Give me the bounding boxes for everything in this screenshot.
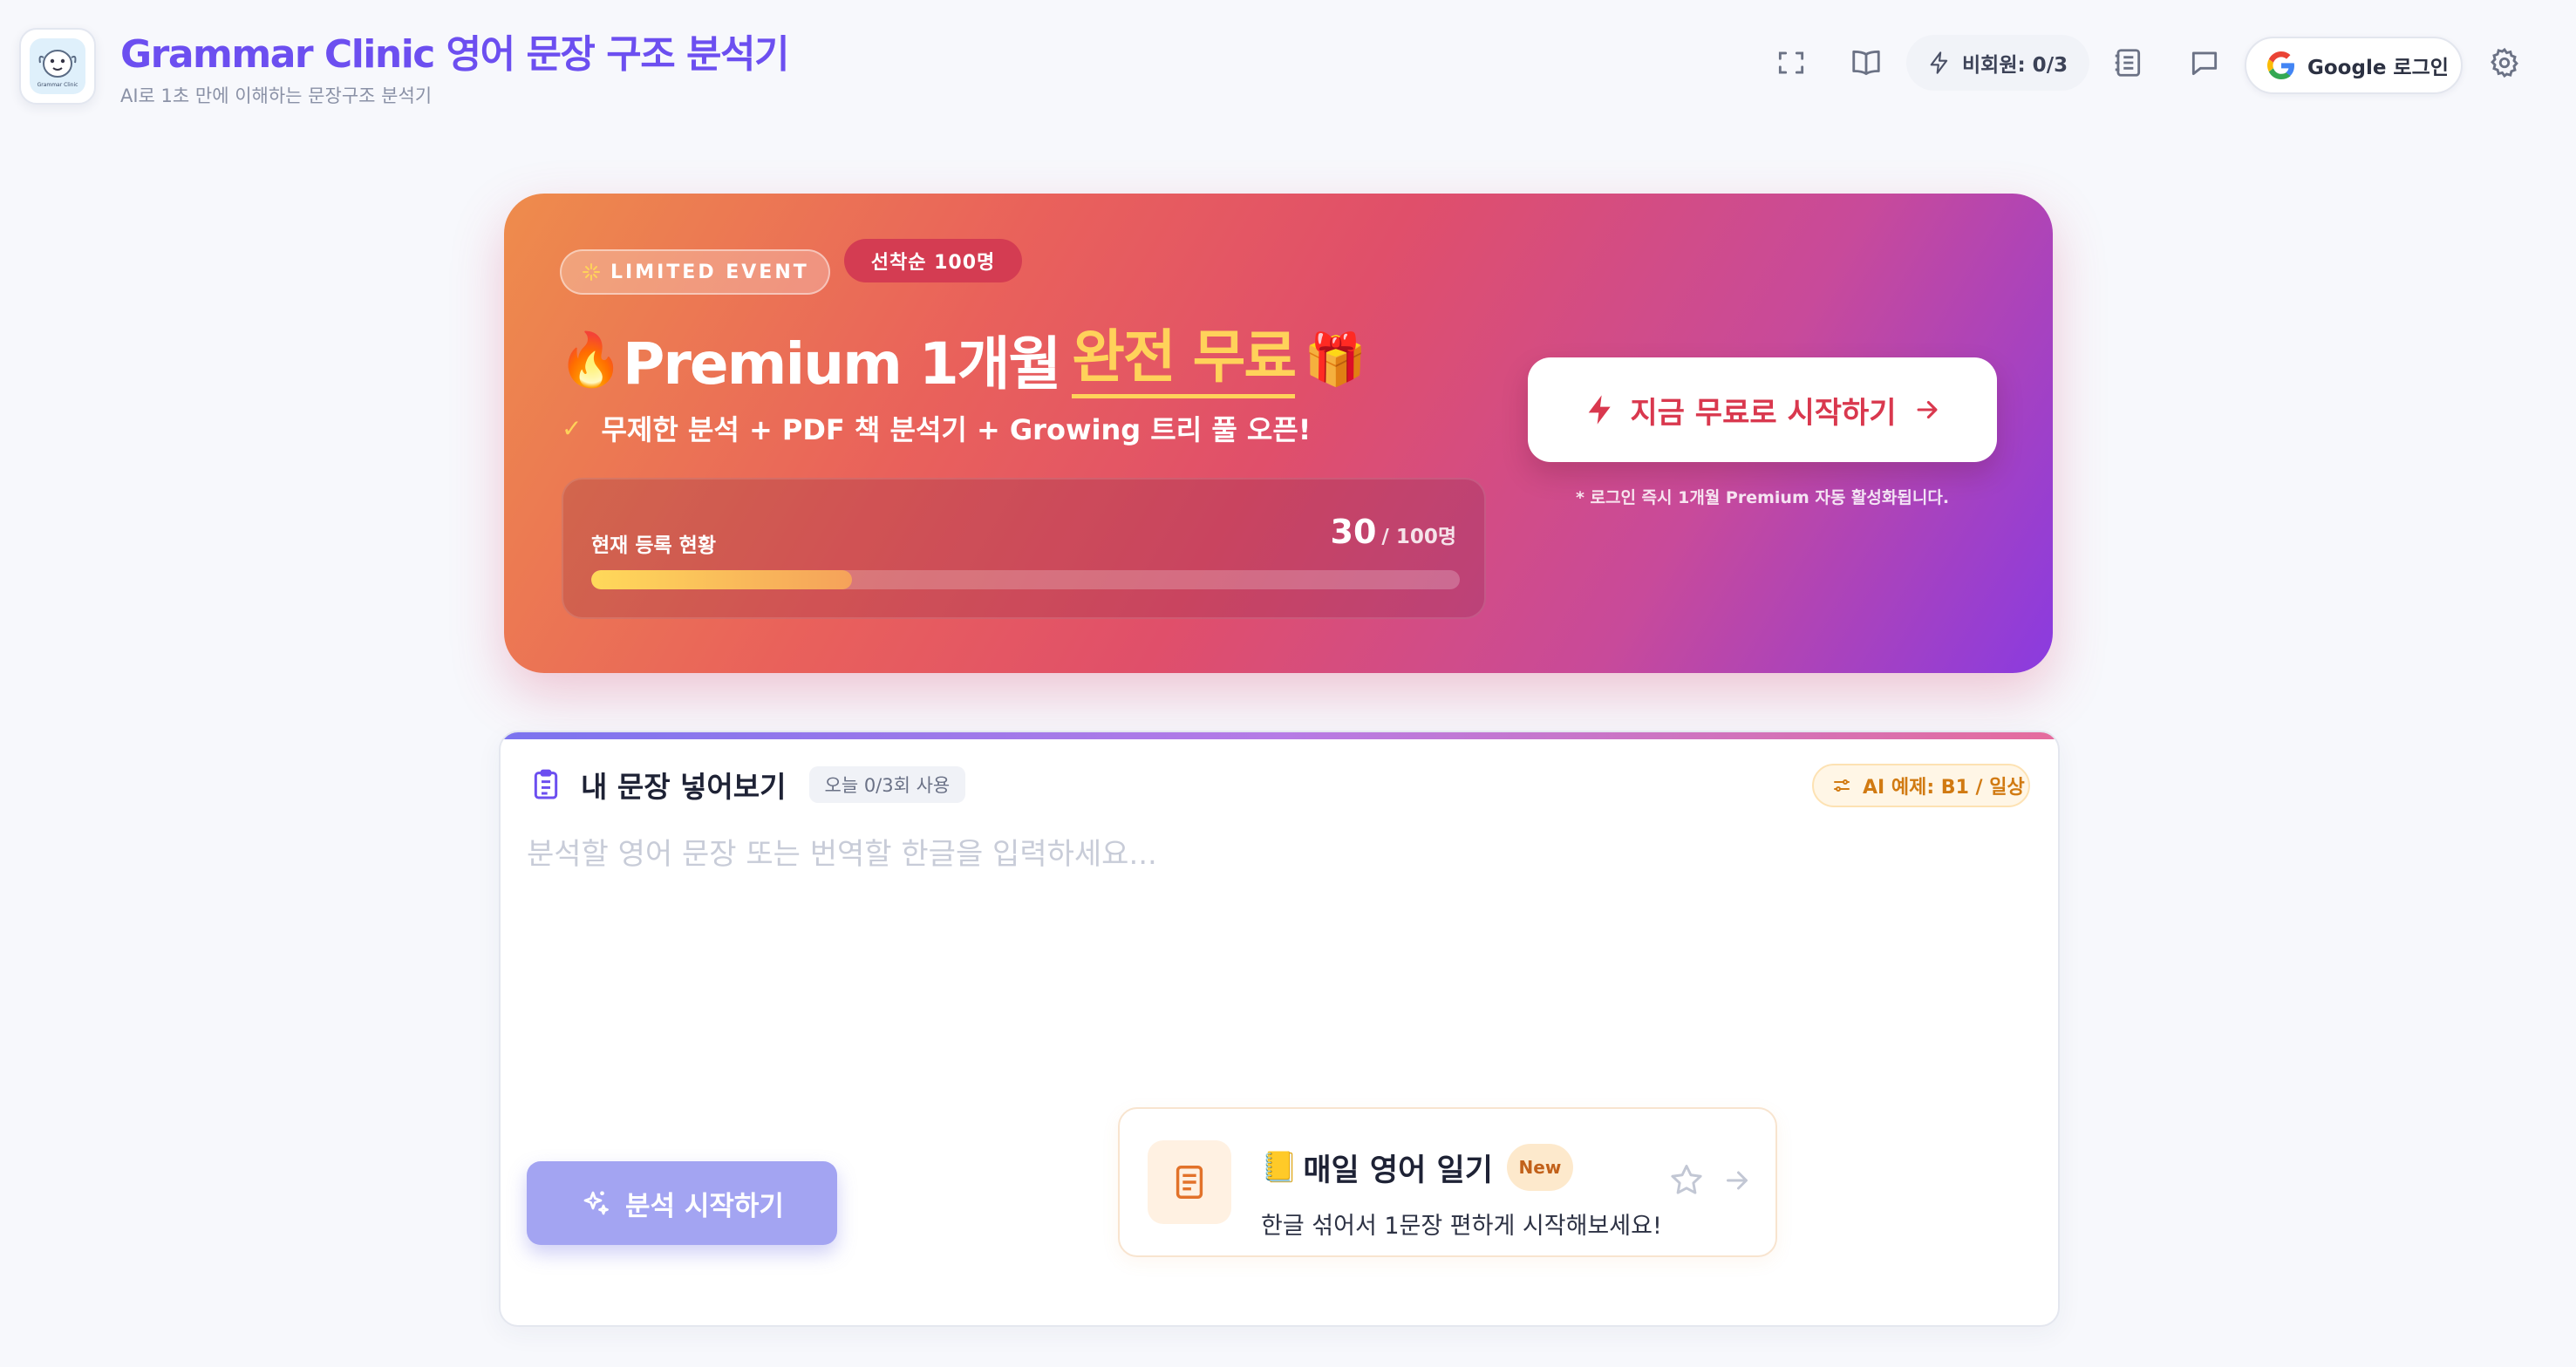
clipboard-icon bbox=[534, 769, 558, 799]
logo-image: Grammar Clinic bbox=[30, 38, 85, 94]
app-logo[interactable]: Grammar Clinic bbox=[19, 28, 96, 105]
svg-text:Grammar Clinic: Grammar Clinic bbox=[37, 82, 78, 88]
sliders-icon bbox=[1834, 779, 1850, 792]
fullscreen-icon[interactable] bbox=[1770, 42, 1812, 84]
settings-icon[interactable] bbox=[2484, 42, 2525, 84]
card-header: 내 문장 넣어보기 오늘 0/3회 사용 bbox=[528, 764, 966, 806]
chat-icon[interactable] bbox=[2184, 42, 2225, 84]
promo-banner: LIMITED EVENT 선착순 100명 🔥 Premium 1개월 완전 … bbox=[504, 194, 2053, 673]
app-title: Grammar Clinic 영어 문장 구조 분석기 bbox=[120, 32, 789, 77]
progress-count: 30/ 100명 bbox=[1331, 513, 1456, 551]
start-free-label: 지금 무료로 시작하기 bbox=[1630, 395, 1897, 431]
ai-example-button[interactable]: AI 예제: B1 / 일상 bbox=[1812, 764, 2030, 807]
cta-note: * 로그인 즉시 1개월 Premium 자동 활성화됩니다. bbox=[1575, 488, 1950, 507]
diary-book-icon bbox=[1148, 1140, 1231, 1224]
analyze-button[interactable]: 분석 시작하기 bbox=[527, 1161, 837, 1245]
google-login-label: Google 로그인 bbox=[2307, 57, 2449, 79]
sparkle-icon bbox=[583, 263, 600, 281]
notebook-emoji-icon: 📒 bbox=[1261, 1150, 1298, 1185]
registered-count: 30 bbox=[1330, 513, 1377, 551]
daily-usage-pill: 오늘 0/3회 사용 bbox=[808, 766, 966, 803]
promo-features-text: 무제한 분석 + PDF 책 분석기 + Growing 트리 풀 오픈! bbox=[601, 413, 1312, 446]
start-free-button[interactable]: 지금 무료로 시작하기 bbox=[1528, 357, 1997, 462]
progress-bar-fill bbox=[591, 570, 852, 589]
promo-title-main: Premium 1개월 bbox=[623, 330, 1061, 398]
app-subtitle: AI로 1초 만에 이해하는 문장구조 분석기 bbox=[120, 85, 433, 106]
bolt-icon bbox=[1589, 395, 1612, 425]
limited-event-badge: LIMITED EVENT bbox=[560, 249, 830, 295]
promo-title-highlight: 완전 무료 bbox=[1072, 321, 1297, 398]
limited-event-text: LIMITED EVENT bbox=[610, 261, 809, 283]
bolt-icon bbox=[1930, 51, 1948, 74]
promo-features: ✓ 무제한 분석 + PDF 책 분석기 + Growing 트리 풀 오픈! bbox=[562, 408, 1311, 448]
notebook-icon[interactable] bbox=[2107, 42, 2149, 84]
check-icon: ✓ bbox=[562, 413, 583, 443]
diary-title-text: 매일 영어 일기 bbox=[1303, 1153, 1493, 1188]
progress-label: 현재 등록 현황 bbox=[591, 534, 716, 557]
first-come-badge: 선착순 100명 bbox=[844, 239, 1022, 282]
first-come-text: 선착순 100명 bbox=[870, 252, 996, 274]
daily-diary-card[interactable]: 📒 매일 영어 일기 New 한글 섞어서 1문장 편하게 시작해보세요! bbox=[1118, 1107, 1777, 1257]
new-badge: New bbox=[1506, 1144, 1573, 1191]
card-accent-bar bbox=[501, 732, 2058, 739]
ai-example-label: AI 예제: B1 / 일상 bbox=[1863, 777, 2025, 799]
promo-title: 🔥 Premium 1개월 완전 무료 🎁 bbox=[558, 317, 1366, 401]
google-icon bbox=[2267, 51, 2294, 79]
analyze-label: 분석 시작하기 bbox=[625, 1190, 784, 1222]
gift-icon: 🎁 bbox=[1304, 329, 1367, 389]
star-icon[interactable] bbox=[1667, 1161, 1706, 1200]
registered-total: / 100명 bbox=[1381, 526, 1456, 548]
book-open-icon[interactable] bbox=[1845, 42, 1887, 84]
sentence-input[interactable] bbox=[527, 830, 2027, 1144]
diary-title: 📒 매일 영어 일기 New bbox=[1261, 1144, 1573, 1191]
arrow-right-icon[interactable] bbox=[1721, 1165, 1753, 1196]
fire-icon: 🔥 bbox=[558, 329, 624, 391]
progress-bar bbox=[591, 570, 1460, 589]
arrow-right-icon bbox=[1917, 400, 1938, 419]
sparkle-icon bbox=[583, 1191, 609, 1215]
guest-usage-pill[interactable]: 비회원: 0/3 bbox=[1906, 35, 2089, 91]
registration-progress-card: 현재 등록 현황 30/ 100명 bbox=[562, 478, 1486, 619]
guest-usage-text: 비회원: 0/3 bbox=[1962, 54, 2068, 77]
card-title: 내 문장 넣어보기 bbox=[581, 770, 787, 804]
diary-description: 한글 섞어서 1문장 편하게 시작해보세요! bbox=[1261, 1213, 1662, 1240]
google-login-button[interactable]: Google 로그인 bbox=[2245, 37, 2463, 94]
sentence-input-card: 내 문장 넣어보기 오늘 0/3회 사용 AI 예제: B1 / 일상 분석 시… bbox=[499, 731, 2060, 1327]
app-header: Grammar Clinic Grammar Clinic 영어 문장 구조 분… bbox=[0, 0, 2576, 131]
